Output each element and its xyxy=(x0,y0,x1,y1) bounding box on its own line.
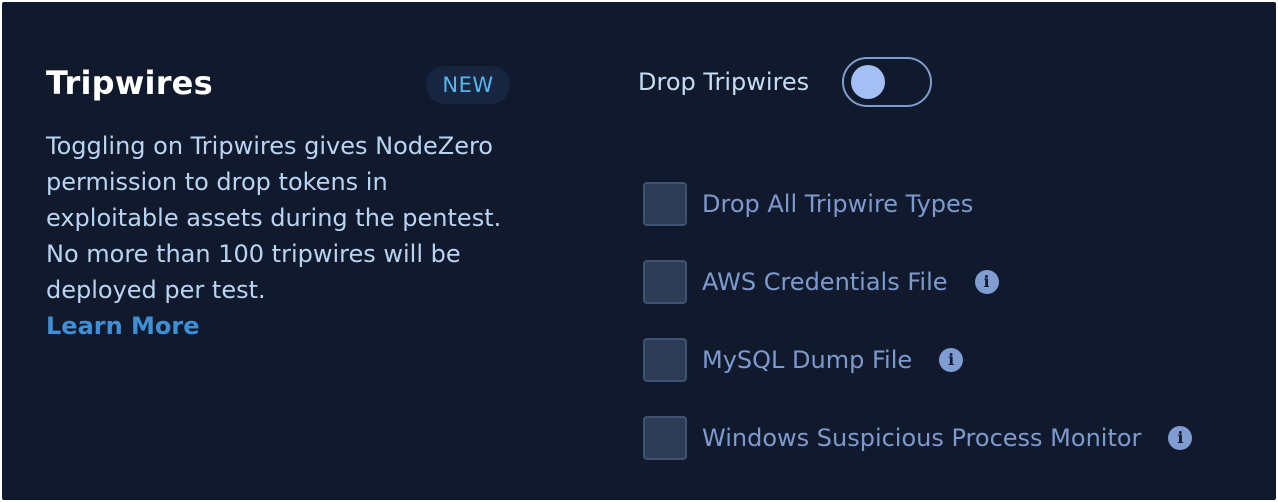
tripwires-panel: Tripwires NEW Toggling on Tripwires give… xyxy=(2,2,1276,500)
aws-credentials-file-checkbox[interactable] xyxy=(643,260,687,304)
info-icon[interactable]: i xyxy=(974,270,999,294)
option-windows-suspicious-process-monitor: Windows Suspicious Process Monitor i xyxy=(643,416,1193,460)
mysql-dump-file-checkbox[interactable] xyxy=(643,338,687,382)
option-drop-all-tripwire-types: Drop All Tripwire Types xyxy=(643,182,973,226)
drop-tripwires-label: Drop Tripwires xyxy=(638,68,810,96)
option-label: Windows Suspicious Process Monitor xyxy=(702,424,1142,452)
option-label: Drop All Tripwire Types xyxy=(702,190,974,218)
info-icon[interactable]: i xyxy=(939,348,964,372)
learn-more-link[interactable]: Learn More xyxy=(46,312,200,340)
section-title: Tripwires xyxy=(46,64,213,102)
option-aws-credentials-file: AWS Credentials File i xyxy=(643,260,999,304)
new-badge: NEW xyxy=(426,66,510,104)
windows-suspicious-process-monitor-checkbox[interactable] xyxy=(643,416,687,460)
option-label: MySQL Dump File xyxy=(702,346,913,374)
toggle-knob xyxy=(851,65,885,99)
drop-tripwires-toggle[interactable] xyxy=(842,57,932,107)
section-description: Toggling on Tripwires gives NodeZero per… xyxy=(46,128,516,344)
option-label: AWS Credentials File xyxy=(702,268,948,296)
drop-all-tripwire-types-checkbox[interactable] xyxy=(643,182,687,226)
description-text: Toggling on Tripwires gives NodeZero per… xyxy=(46,132,502,304)
info-icon[interactable]: i xyxy=(1168,426,1193,450)
option-mysql-dump-file: MySQL Dump File i xyxy=(643,338,964,382)
